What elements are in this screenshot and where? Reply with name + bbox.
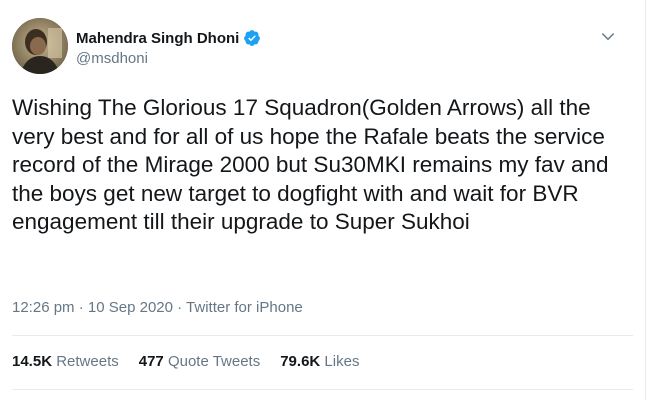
meta-separator: · bbox=[74, 299, 88, 316]
display-name-row: Mahendra Singh Dhoni bbox=[76, 28, 261, 48]
tweet-text: Wishing The Glorious 17 Squadron(Golden … bbox=[12, 95, 609, 234]
quote-tweets-count: 477 bbox=[138, 353, 164, 370]
divider-top bbox=[12, 335, 633, 336]
quote-tweets-stat[interactable]: 477 Quote Tweets bbox=[139, 353, 260, 370]
divider-bottom bbox=[12, 389, 633, 390]
tweet-meta: 12:26 pm · 10 Sep 2020 · Twitter for iPh… bbox=[12, 299, 303, 316]
author-display-name[interactable]: Mahendra Singh Dhoni bbox=[76, 30, 239, 47]
likes-count: 79.6K bbox=[280, 353, 321, 370]
likes-stat[interactable]: 79.6K Likes bbox=[280, 353, 359, 370]
meta-separator: · bbox=[172, 299, 187, 316]
tweet-stats: 14.5K Retweets 477 Quote Tweets 79.6K Li… bbox=[12, 353, 359, 370]
author-names: Mahendra Singh Dhoni @msdhoni bbox=[76, 28, 261, 67]
retweets-stat[interactable]: 14.5K Retweets bbox=[12, 353, 119, 370]
retweets-label: Retweets bbox=[56, 353, 119, 370]
author-handle[interactable]: @msdhoni bbox=[76, 50, 261, 67]
tweet-source[interactable]: Twitter for iPhone bbox=[186, 299, 303, 316]
verified-badge-icon bbox=[244, 30, 261, 46]
tweet-header: Mahendra Singh Dhoni @msdhoni bbox=[12, 18, 625, 76]
tweet-card: Mahendra Singh Dhoni @msdhoni Wishing Th… bbox=[0, 0, 646, 400]
likes-label: Likes bbox=[324, 353, 360, 370]
chevron-down-icon[interactable] bbox=[599, 28, 617, 46]
tweet-time[interactable]: 12:26 pm bbox=[12, 299, 75, 316]
avatar[interactable] bbox=[12, 18, 68, 74]
quote-tweets-label: Quote Tweets bbox=[167, 353, 261, 370]
avatar-image bbox=[12, 18, 68, 74]
retweets-count: 14.5K bbox=[12, 353, 53, 370]
tweet-date[interactable]: 10 Sep 2020 bbox=[88, 299, 173, 316]
